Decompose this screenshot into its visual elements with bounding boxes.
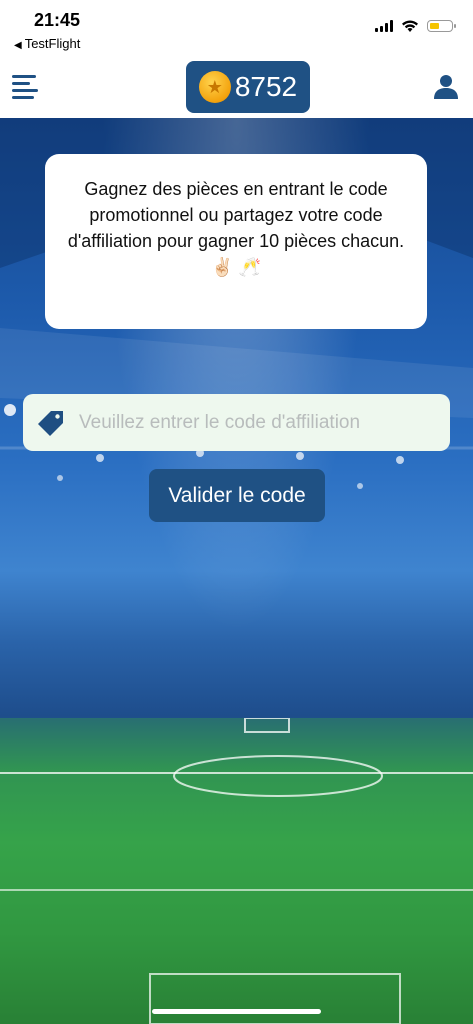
status-bar: 21:45 ◀ TestFlight <box>0 0 473 58</box>
promo-info-card: Gagnez des pièces en entrant le code pro… <box>45 154 427 329</box>
coins-count: 8752 <box>234 71 298 102</box>
user-profile-icon[interactable] <box>433 74 459 100</box>
tag-icon <box>38 410 63 436</box>
back-app-label: TestFlight <box>24 36 81 51</box>
app-header: ★ 8752 <box>0 58 473 118</box>
home-indicator <box>152 1009 321 1014</box>
battery-icon <box>427 20 456 32</box>
back-triangle-icon: ◀ <box>14 40 22 51</box>
coins-balance-badge: ★ 8752 <box>186 61 310 113</box>
validate-code-button[interactable]: Valider le code <box>149 469 325 522</box>
status-icons <box>375 18 456 34</box>
cellular-signal-icon <box>375 20 393 32</box>
back-to-app-link[interactable]: ◀ TestFlight <box>14 36 80 51</box>
status-time: 21:45 <box>34 10 81 30</box>
promo-message: Gagnez des pièces en entrant le code pro… <box>67 179 405 277</box>
wifi-icon <box>402 20 418 32</box>
gold-coin-star-icon: ★ <box>198 71 231 103</box>
football-pitch-graphic <box>0 718 473 1024</box>
affiliation-code-field[interactable] <box>23 393 450 452</box>
affiliation-code-input[interactable] <box>77 393 441 452</box>
hamburger-menu-icon[interactable] <box>12 72 40 102</box>
screen: 21:45 ◀ TestFlight ★ 8752 Gagnez des piè… <box>0 0 473 1024</box>
